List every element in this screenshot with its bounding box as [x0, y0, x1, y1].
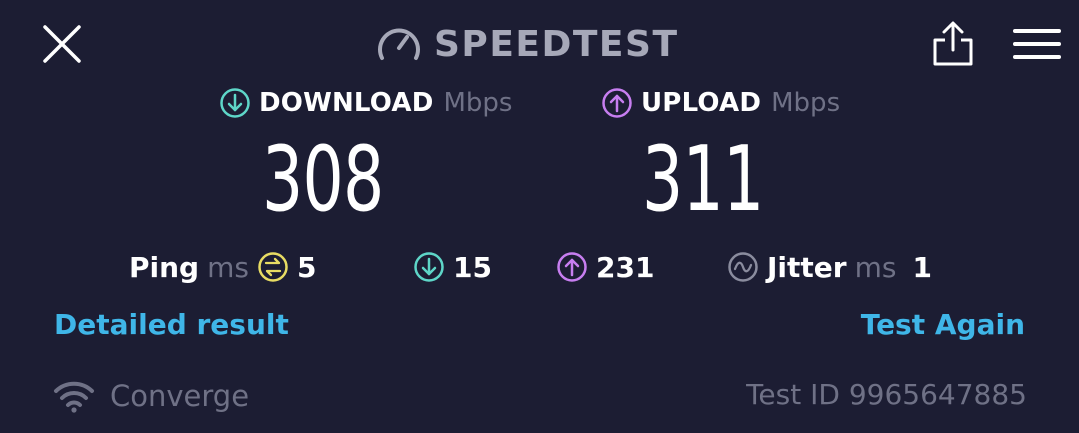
- ping-upload-stat: 231: [556, 248, 654, 286]
- ping-idle-icon: [258, 252, 288, 282]
- ping-unit: ms: [207, 250, 249, 284]
- menu-icon: [1013, 29, 1061, 59]
- share-button[interactable]: [930, 20, 976, 68]
- download-label: DOWNLOAD: [259, 88, 434, 118]
- brand-header: SPEEDTEST: [376, 18, 679, 70]
- upload-label: UPLOAD: [641, 88, 762, 118]
- upload-header: UPLOAD Mbps: [601, 86, 840, 120]
- upload-speed-value: 311: [642, 127, 764, 232]
- provider-name: Converge: [110, 379, 250, 413]
- wifi-icon: [54, 381, 94, 413]
- upload-arrow-icon: [602, 88, 632, 118]
- test-id: Test ID 9965647885: [746, 378, 1027, 411]
- download-speed-value: 308: [262, 127, 384, 232]
- jitter-value: 1: [912, 250, 932, 284]
- network-provider: Converge: [52, 374, 249, 418]
- speedometer-icon: [378, 28, 420, 60]
- ping-idle-value: 5: [296, 250, 317, 284]
- download-arrow-icon: [220, 88, 250, 118]
- app-title: SPEEDTEST: [434, 23, 679, 65]
- download-unit: Mbps: [443, 88, 513, 118]
- upload-unit: Mbps: [771, 88, 841, 118]
- upload-arrow-icon: [557, 252, 587, 282]
- download-header: DOWNLOAD Mbps: [219, 86, 512, 120]
- ping-upload-value: 231: [596, 250, 655, 284]
- jitter-unit: ms: [854, 250, 897, 284]
- jitter-label: Jitter: [767, 250, 847, 284]
- test-id-value: 9965647885: [848, 378, 1027, 411]
- ping-idle-stat: Ping ms 5: [129, 248, 316, 286]
- close-icon: [43, 25, 81, 63]
- menu-button[interactable]: [1012, 26, 1062, 62]
- ping-label: Ping: [129, 250, 200, 284]
- detailed-result-link[interactable]: Detailed result: [54, 308, 289, 341]
- download-arrow-icon: [414, 252, 444, 282]
- test-id-label: Test ID: [746, 378, 840, 411]
- test-again-link[interactable]: Test Again: [861, 308, 1025, 341]
- share-icon: [933, 21, 973, 66]
- ping-download-stat: 15: [413, 248, 492, 286]
- jitter-wave-icon: [728, 252, 758, 282]
- jitter-stat: Jitter ms 1: [727, 248, 932, 286]
- ping-download-value: 15: [453, 250, 492, 284]
- close-button[interactable]: [40, 22, 84, 66]
